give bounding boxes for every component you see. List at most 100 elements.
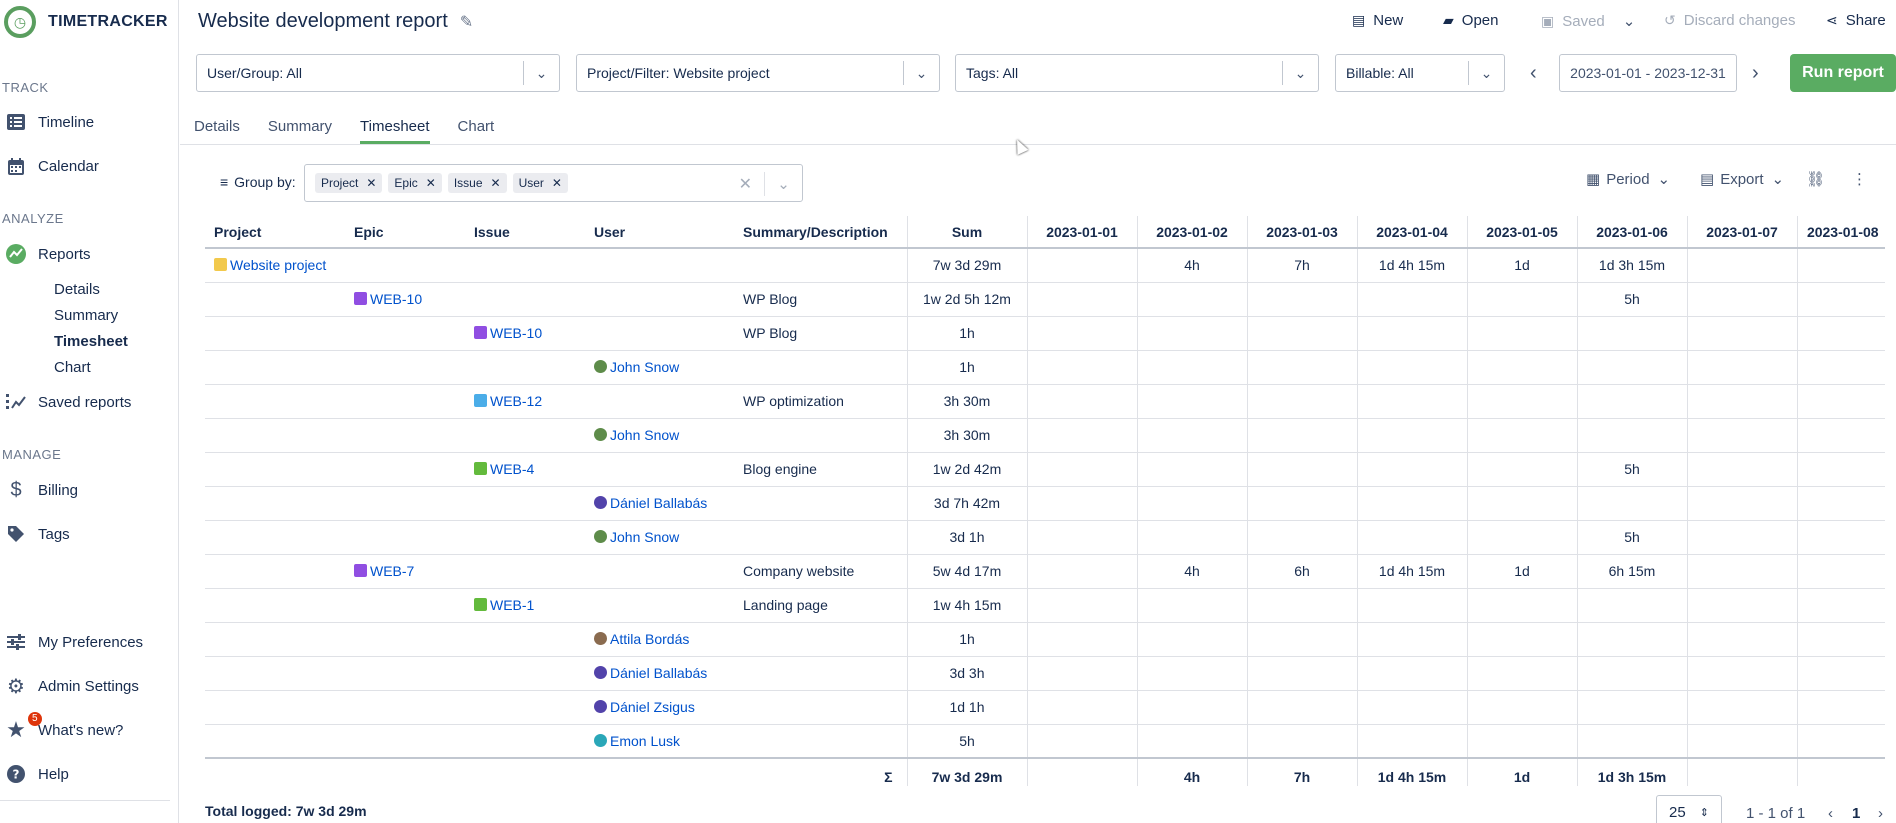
tab-chart[interactable]: Chart <box>458 114 495 144</box>
clear-icon[interactable]: ✕ <box>739 174 752 194</box>
chevron-down-icon[interactable]: ⌄ <box>523 61 559 85</box>
edit-pencil-icon[interactable]: ✎ <box>460 12 473 32</box>
sidebar-item-calendar[interactable]: Calendar <box>6 152 99 180</box>
user-link-label: John Snow <box>610 529 680 545</box>
column-header[interactable]: 2023-01-06 <box>1576 216 1687 249</box>
tab-summary[interactable]: Summary <box>268 114 332 144</box>
export-dropdown[interactable]: ▤ Export ⌄ <box>1700 170 1784 189</box>
chip-label: User <box>518 176 544 190</box>
epic-link[interactable]: WEB-7 <box>354 563 414 579</box>
sidebar-item-tags[interactable]: Tags <box>6 520 70 548</box>
page-size-select[interactable]: 25 ⇕ <box>1656 795 1722 823</box>
remove-chip-icon[interactable]: ✕ <box>552 176 562 190</box>
remove-chip-icon[interactable]: ✕ <box>426 176 436 190</box>
current-page[interactable]: 1 <box>1852 805 1860 822</box>
column-header[interactable]: 2023-01-05 <box>1466 216 1577 249</box>
dollar-icon: $ <box>10 478 22 501</box>
run-report-button[interactable]: Run report <box>1790 54 1896 92</box>
user-link[interactable]: John Snow <box>594 529 679 545</box>
cell-day <box>1466 690 1577 725</box>
cell-sum: 3d 1h <box>906 520 1027 555</box>
next-page-icon[interactable]: › <box>1878 805 1883 822</box>
issue-link[interactable]: WEB-1 <box>474 597 534 613</box>
tags-filter[interactable]: Tags: All ⌄ <box>955 54 1319 92</box>
column-header[interactable]: Epic <box>345 216 465 249</box>
chevron-down-icon[interactable]: ⌄ <box>764 172 802 196</box>
share-button[interactable]: ⋖ Share <box>1826 12 1886 29</box>
column-header[interactable]: User <box>585 216 734 249</box>
cell-summary <box>734 622 907 657</box>
tab-timesheet[interactable]: Timesheet <box>360 114 430 144</box>
issue-link[interactable]: WEB-12 <box>474 393 542 409</box>
footer-day: 1d 3h 15m <box>1576 757 1687 786</box>
prev-page-icon[interactable]: ‹ <box>1828 805 1833 822</box>
discard-changes-button[interactable]: ↺ Discard changes <box>1664 12 1795 29</box>
chevron-down-icon[interactable]: ⌄ <box>1468 61 1504 85</box>
remove-chip-icon[interactable]: ✕ <box>491 176 501 190</box>
user-link[interactable]: Emon Lusk <box>594 733 680 749</box>
chevron-down-icon[interactable]: ⌄ <box>903 61 939 85</box>
user-group-filter[interactable]: User/Group: All ⌄ <box>196 54 560 92</box>
sidebar-sub-summary[interactable]: Summary <box>54 307 118 324</box>
user-link[interactable]: Dániel Ballabás <box>594 665 707 681</box>
table-row: WEB-12 WP optimization 3h 30m <box>205 384 1885 419</box>
sidebar-sub-timesheet[interactable]: Timesheet <box>54 333 128 350</box>
next-period-icon[interactable]: › <box>1752 62 1759 85</box>
sidebar-item-reports[interactable]: Reports <box>6 240 91 268</box>
column-header[interactable]: 2023-01-03 <box>1246 216 1357 249</box>
sidebar-item-preferences[interactable]: My Preferences <box>6 628 143 656</box>
chip-label: Epic <box>394 176 418 190</box>
column-header[interactable]: 2023-01-02 <box>1136 216 1247 249</box>
chevron-down-icon[interactable]: ⌄ <box>1282 61 1318 85</box>
section-analyze: ANALYZE <box>2 211 64 226</box>
column-header[interactable]: 2023-01-04 <box>1356 216 1467 249</box>
cell-summary <box>734 690 907 725</box>
date-range-input[interactable]: 2023-01-01 - 2023-12-31 <box>1559 54 1737 92</box>
cell-day <box>1136 486 1247 521</box>
tab-details[interactable]: Details <box>194 114 240 144</box>
cell-day <box>1246 316 1357 351</box>
epic-link[interactable]: WEB-10 <box>354 291 422 307</box>
column-header[interactable]: Issue <box>465 216 585 249</box>
new-button[interactable]: ▤ New <box>1352 12 1403 29</box>
sidebar-item-help[interactable]: ? Help <box>6 760 69 788</box>
user-link[interactable]: Dániel Ballabás <box>594 495 707 511</box>
column-header[interactable]: Summary/Description <box>734 216 907 249</box>
open-button[interactable]: ▰ Open <box>1443 12 1498 29</box>
column-header[interactable]: 2023-01-07 <box>1686 216 1797 249</box>
saved-button[interactable]: ▣ Saved ⌄ <box>1541 12 1636 31</box>
project-link[interactable]: Website project <box>214 257 326 273</box>
saved-reports-icon <box>6 392 26 412</box>
billable-filter[interactable]: Billable: All ⌄ <box>1335 54 1505 92</box>
chevron-down-icon[interactable]: ⌄ <box>1623 12 1636 30</box>
column-header[interactable]: 2023-01-01 <box>1026 216 1137 249</box>
user-link[interactable]: Dániel Zsigus <box>594 699 695 715</box>
sidebar-item-timeline[interactable]: Timeline <box>6 108 94 136</box>
groupby-select[interactable]: Project ✕ Epic ✕ Issue ✕ User ✕ ✕ ⌄ <box>304 164 803 202</box>
column-header[interactable]: 2023-01-08 <box>1796 216 1885 249</box>
sidebar-sub-details[interactable]: Details <box>54 281 100 298</box>
user-link[interactable]: John Snow <box>594 427 679 443</box>
table-row: Emon Lusk 5h <box>205 724 1885 759</box>
prev-period-icon[interactable]: ‹ <box>1530 62 1537 85</box>
issue-link[interactable]: WEB-10 <box>474 325 542 341</box>
sidebar-item-saved-reports[interactable]: Saved reports <box>6 388 131 416</box>
issue-link[interactable]: WEB-4 <box>474 461 534 477</box>
sidebar-sub-chart[interactable]: Chart <box>54 359 91 376</box>
brand[interactable]: ◷ TIMETRACKER <box>4 6 168 38</box>
column-header[interactable]: Sum <box>906 216 1027 249</box>
more-options-icon[interactable]: ⋮ <box>1852 170 1867 188</box>
cell-day: 6h 15m <box>1576 554 1687 589</box>
sidebar-item-admin[interactable]: ⚙ Admin Settings <box>6 672 139 700</box>
sidebar-item-whats-new[interactable]: ★ 5 What's new? <box>6 712 123 744</box>
cell-sum: 5w 4d 17m <box>906 554 1027 589</box>
project-filter[interactable]: Project/Filter: Website project ⌄ <box>576 54 940 92</box>
period-dropdown[interactable]: ▦ Period ⌄ <box>1586 170 1670 189</box>
column-header[interactable]: Project <box>205 216 345 249</box>
remove-chip-icon[interactable]: ✕ <box>366 176 376 190</box>
user-link[interactable]: Attila Bordás <box>594 631 689 647</box>
link-icon[interactable]: ⛓ <box>1806 170 1825 188</box>
cell-day: 4h <box>1136 248 1247 283</box>
user-link[interactable]: John Snow <box>594 359 679 375</box>
sidebar-item-billing[interactable]: $ Billing <box>6 476 78 504</box>
